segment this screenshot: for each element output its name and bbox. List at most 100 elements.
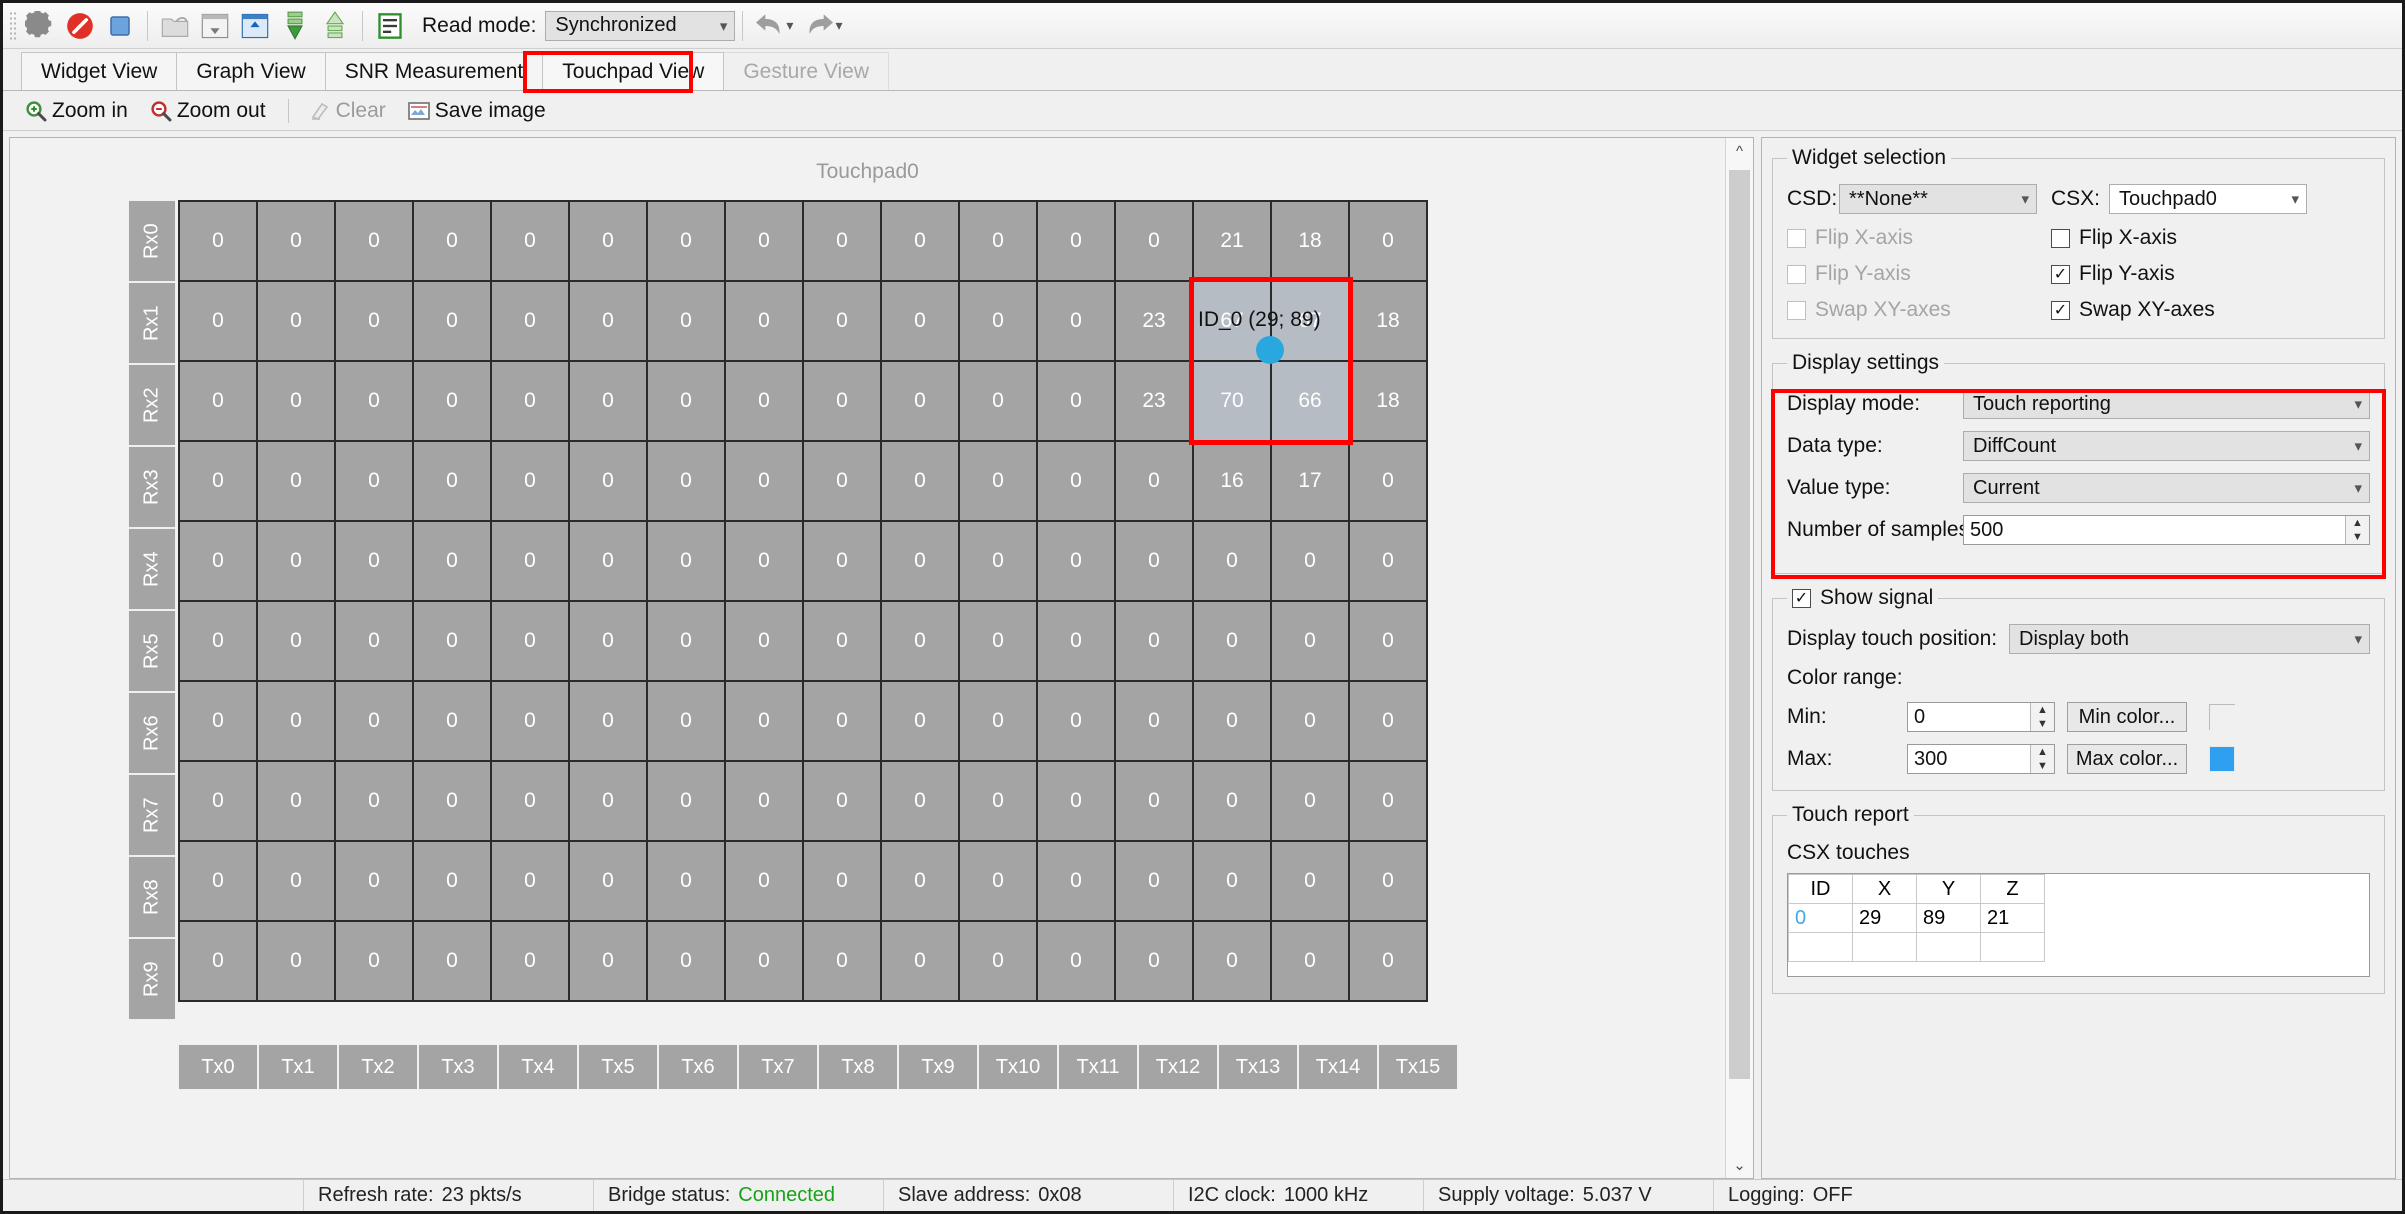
touchpad-cell[interactable]: 0 bbox=[802, 520, 882, 602]
touchpad-cell[interactable]: 0 bbox=[1036, 520, 1116, 602]
touchpad-cell[interactable]: 0 bbox=[490, 600, 570, 682]
touchpad-cell[interactable]: 0 bbox=[1348, 840, 1428, 922]
touchpad-cell[interactable]: 0 bbox=[412, 920, 492, 1002]
touchpad-cell[interactable]: 0 bbox=[568, 520, 648, 602]
touchpad-cell[interactable]: 0 bbox=[568, 360, 648, 442]
touchpad-cell[interactable]: 0 bbox=[958, 760, 1038, 842]
touchpad-cell[interactable]: 0 bbox=[802, 920, 882, 1002]
scroll-up-icon[interactable]: ^ bbox=[1726, 138, 1753, 164]
open-file-icon[interactable] bbox=[155, 7, 195, 45]
touchpad-cell[interactable]: 21 bbox=[1192, 200, 1272, 282]
touchpad-cell[interactable]: 0 bbox=[724, 600, 804, 682]
touchpad-cell[interactable]: 0 bbox=[958, 440, 1038, 522]
toolbar-grip[interactable] bbox=[9, 10, 16, 41]
touchpad-cell[interactable]: 0 bbox=[490, 680, 570, 762]
touchpad-cell[interactable]: 0 bbox=[334, 840, 414, 922]
touchpad-cell[interactable]: 0 bbox=[412, 200, 492, 282]
touchpad-cell[interactable]: 0 bbox=[490, 920, 570, 1002]
touchpad-cell[interactable]: 0 bbox=[958, 280, 1038, 362]
touchpad-cell[interactable]: 0 bbox=[802, 760, 882, 842]
touchpad-cell[interactable]: 0 bbox=[256, 520, 336, 602]
touchpad-cell[interactable]: 0 bbox=[568, 200, 648, 282]
touchpad-cell[interactable]: 0 bbox=[646, 280, 726, 362]
touchpad-cell[interactable]: 0 bbox=[958, 920, 1038, 1002]
touchpad-cell[interactable]: 0 bbox=[1192, 600, 1272, 682]
touchpad-cell[interactable]: 0 bbox=[568, 920, 648, 1002]
touchpad-cell[interactable]: 0 bbox=[880, 280, 960, 362]
touchpad-cell[interactable]: 0 bbox=[1348, 920, 1428, 1002]
touchpad-cell[interactable]: 0 bbox=[490, 840, 570, 922]
touchpad-cell[interactable]: 0 bbox=[1192, 760, 1272, 842]
touchpad-cell[interactable]: 0 bbox=[724, 920, 804, 1002]
touchpad-cell[interactable]: 0 bbox=[412, 360, 492, 442]
touchpad-cell[interactable]: 0 bbox=[724, 760, 804, 842]
restore-up-icon[interactable] bbox=[315, 7, 355, 45]
touchpad-cell[interactable]: 0 bbox=[1270, 600, 1350, 682]
display-mode-dropdown[interactable]: Touch reporting ▾ bbox=[1963, 389, 2370, 419]
touchpad-cell[interactable]: 23 bbox=[1114, 360, 1194, 442]
touchpad-cell[interactable]: 18 bbox=[1348, 360, 1428, 442]
touchpad-cell[interactable]: 0 bbox=[334, 920, 414, 1002]
touchpad-cell[interactable]: 0 bbox=[178, 520, 258, 602]
touchpad-cell[interactable]: 0 bbox=[178, 600, 258, 682]
undo-dropdown-arrow[interactable]: ▾ bbox=[786, 17, 793, 34]
touchpad-cell[interactable]: 0 bbox=[1270, 760, 1350, 842]
touchpad-cell[interactable]: 0 bbox=[568, 840, 648, 922]
touchpad-cell[interactable]: 0 bbox=[1192, 840, 1272, 922]
touchpad-cell[interactable]: 0 bbox=[724, 520, 804, 602]
touchpad-cell[interactable]: 0 bbox=[958, 520, 1038, 602]
touchpad-cell[interactable]: 0 bbox=[256, 920, 336, 1002]
tab-graph-view[interactable]: Graph View bbox=[176, 52, 326, 90]
touchpad-cell[interactable]: 0 bbox=[490, 280, 570, 362]
touchpad-cell[interactable]: 0 bbox=[802, 440, 882, 522]
touchpad-cell[interactable]: 0 bbox=[412, 440, 492, 522]
touchpad-cell[interactable]: 0 bbox=[1348, 520, 1428, 602]
touchpad-cell[interactable]: 0 bbox=[568, 760, 648, 842]
touchpad-cell[interactable]: 0 bbox=[256, 840, 336, 922]
touchpad-cell[interactable]: 0 bbox=[802, 680, 882, 762]
tab-snr-measurement[interactable]: SNR Measurement bbox=[324, 52, 544, 90]
canvas-vertical-scrollbar[interactable]: ^ ⌄ bbox=[1725, 138, 1753, 1178]
tab-widget-view[interactable]: Widget View bbox=[21, 52, 178, 90]
csd-dropdown[interactable]: **None** ▾ bbox=[1839, 184, 2037, 214]
touchpad-cell[interactable]: 0 bbox=[334, 200, 414, 282]
show-signal-legend[interactable]: ✓ Show signal bbox=[1787, 586, 1938, 610]
scroll-down-icon[interactable]: ⌄ bbox=[1726, 1152, 1753, 1178]
touchpad-cell[interactable]: 0 bbox=[802, 280, 882, 362]
touchpad-cell[interactable]: 0 bbox=[880, 200, 960, 282]
data-type-dropdown[interactable]: DiffCount ▾ bbox=[1963, 431, 2370, 461]
touchpad-canvas[interactable]: Touchpad0 Rx0 Rx1 Rx2 Rx3 Rx4 Rx5 Rx6 Rx7 Rx8 Rx9… bbox=[10, 138, 1725, 1178]
touchpad-cell[interactable]: 0 bbox=[334, 280, 414, 362]
touchpad-cell[interactable]: 0 bbox=[1348, 440, 1428, 522]
touchpad-cell[interactable]: 0 bbox=[568, 280, 648, 362]
touchpad-cell[interactable]: 0 bbox=[958, 840, 1038, 922]
stop-icon[interactable] bbox=[100, 7, 140, 45]
touchpad-cell[interactable]: 0 bbox=[646, 920, 726, 1002]
touchpad-cell[interactable]: 0 bbox=[1036, 440, 1116, 522]
touchpad-cell[interactable]: 0 bbox=[802, 360, 882, 442]
touchpad-cell[interactable]: 0 bbox=[1270, 680, 1350, 762]
touchpad-cell[interactable]: 0 bbox=[334, 600, 414, 682]
spinner-up-icon[interactable]: ▲ bbox=[2031, 703, 2054, 717]
touchpad-cell[interactable]: 0 bbox=[646, 440, 726, 522]
spinner-buttons[interactable]: ▲ ▼ bbox=[2030, 703, 2054, 731]
touchpad-cell[interactable]: 0 bbox=[1036, 200, 1116, 282]
touchpad-cell[interactable]: 0 bbox=[1114, 200, 1194, 282]
touchpad-cell[interactable]: 0 bbox=[412, 280, 492, 362]
disconnect-icon[interactable] bbox=[60, 7, 100, 45]
touchpad-cell[interactable]: 0 bbox=[1348, 600, 1428, 682]
touchpad-cell[interactable]: 0 bbox=[256, 680, 336, 762]
touchpad-cell[interactable]: 0 bbox=[490, 760, 570, 842]
table-row-empty[interactable] bbox=[1788, 932, 2045, 962]
touchpad-cell[interactable]: 0 bbox=[490, 360, 570, 442]
touchpad-cell[interactable]: 0 bbox=[568, 440, 648, 522]
apply-down-icon[interactable] bbox=[275, 7, 315, 45]
touchpad-cell[interactable]: 0 bbox=[256, 600, 336, 682]
touchpad-cell[interactable]: 0 bbox=[334, 680, 414, 762]
touchpad-cell[interactable]: 0 bbox=[1036, 680, 1116, 762]
touchpad-cell[interactable]: 0 bbox=[958, 360, 1038, 442]
touchpad-cell[interactable]: 0 bbox=[646, 680, 726, 762]
redo-dropdown-arrow[interactable]: ▾ bbox=[835, 17, 842, 34]
touchpad-cell[interactable]: 0 bbox=[958, 680, 1038, 762]
touchpad-cell[interactable]: 0 bbox=[880, 920, 960, 1002]
